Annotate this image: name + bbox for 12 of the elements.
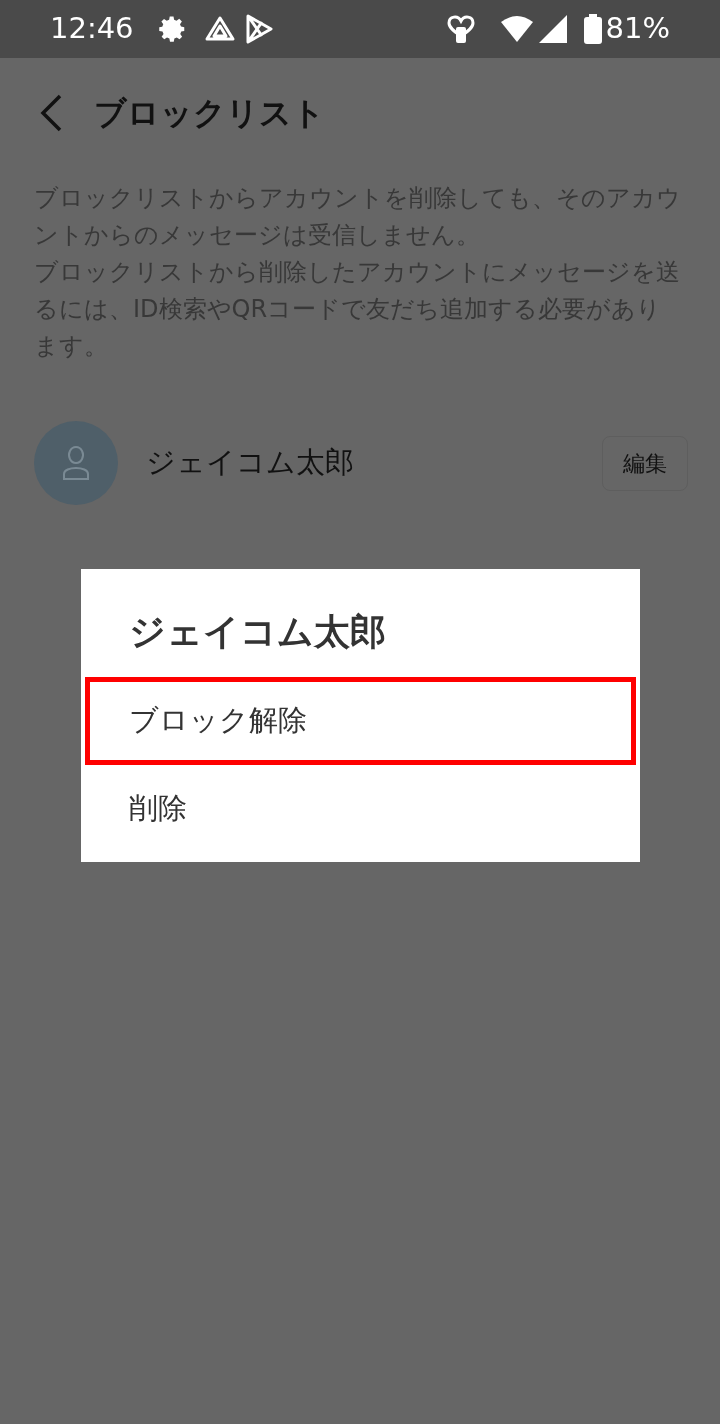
heart-icon xyxy=(445,13,476,45)
page-title: ブロックリスト xyxy=(94,93,325,134)
battery-icon xyxy=(583,14,602,44)
battery-level: 81% xyxy=(605,10,670,48)
menu-item[interactable]: ブロック解除 xyxy=(85,677,636,765)
back-icon[interactable] xyxy=(38,93,64,133)
dialog-title: ジェイコム太郎 xyxy=(128,610,387,654)
signal-icon xyxy=(537,14,568,44)
account-name: ジェイコム太郎 xyxy=(146,444,355,482)
clock: 12:46 xyxy=(50,10,134,48)
wifi-icon xyxy=(499,14,534,44)
triangle-icon xyxy=(203,15,236,43)
